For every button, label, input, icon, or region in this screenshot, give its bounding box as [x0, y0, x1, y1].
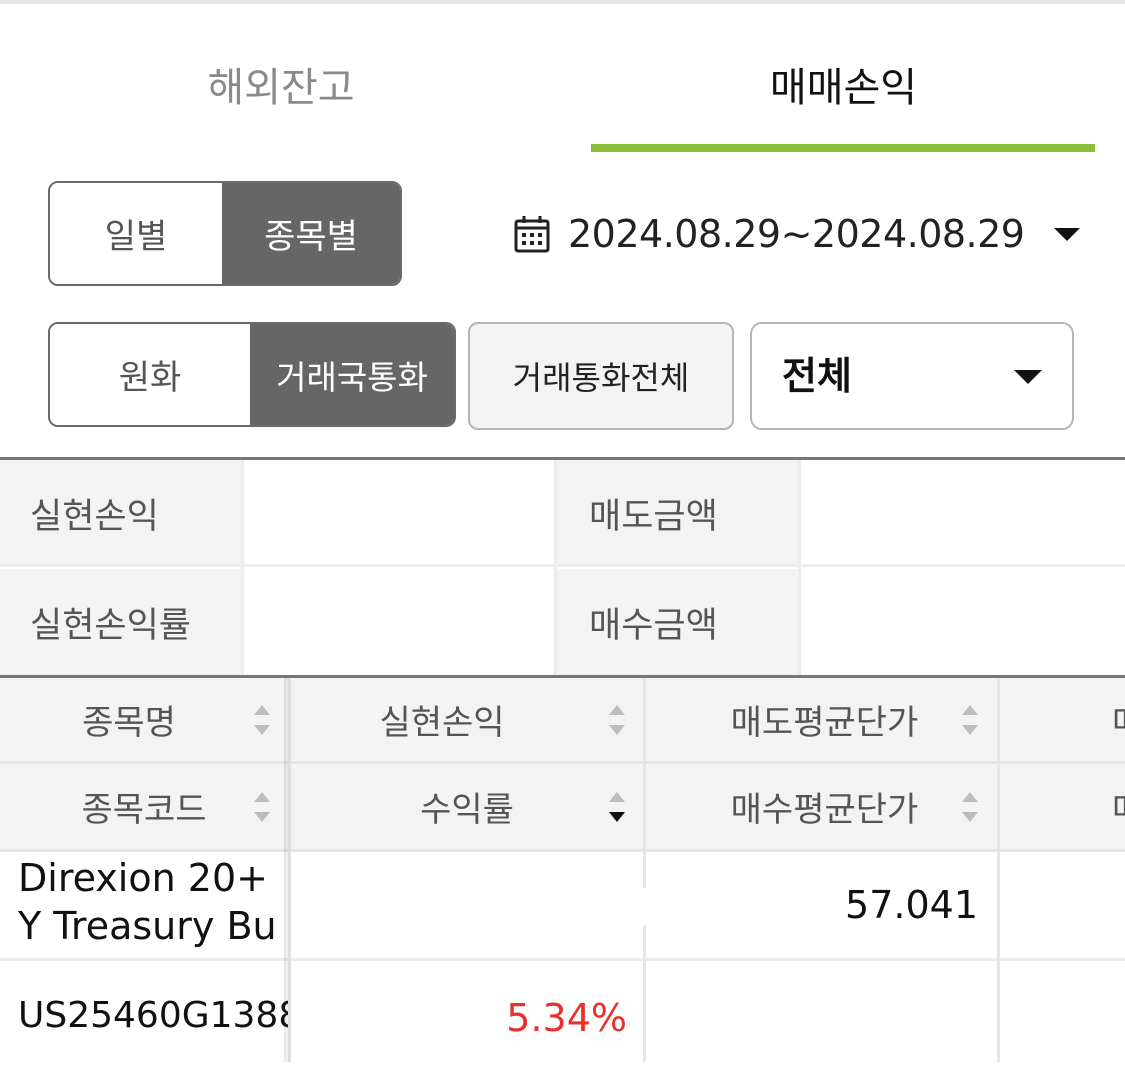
calendar-icon [514, 216, 550, 253]
realized-pl-cell [291, 852, 627, 956]
stock-name-cell: Direxion 20+ Y Treasury Bu [18, 854, 286, 950]
col-header-label: 매도평균단가 [730, 703, 919, 743]
chevron-down-icon [1014, 370, 1042, 384]
sell-amount-label: 매도금액 [557, 460, 798, 566]
realized-pl-label: 실현손익 [0, 460, 241, 566]
sort-desc-icon[interactable] [609, 792, 625, 822]
summary-divider [798, 460, 801, 675]
col-header-return-rate[interactable]: 수익률 [291, 764, 643, 849]
summary-divider [241, 460, 244, 675]
sort-icon[interactable] [609, 705, 625, 735]
col-header-label: 실현손익 [379, 703, 505, 743]
view-mode-toggle: 일별 종목별 [48, 181, 402, 286]
daily-option[interactable]: 일별 [50, 183, 222, 284]
table-divider [997, 678, 1000, 1062]
summary-divider [0, 564, 1125, 567]
table-divider [0, 675, 1125, 678]
summary-divider [554, 460, 557, 675]
tab-trading-pl[interactable]: 매매손익 [562, 58, 1125, 118]
col-header-label: 매 [1112, 695, 1125, 744]
table-divider [0, 761, 1125, 764]
buy-amount-value [801, 569, 1125, 675]
top-divider [0, 0, 1125, 4]
trade-currency-option[interactable]: 거래국통화 [250, 324, 454, 425]
realized-rate-value [244, 569, 554, 675]
col-header-partial[interactable]: 매 [1000, 764, 1125, 849]
sort-icon[interactable] [962, 705, 978, 735]
col-header-stock-name[interactable]: 종목명 [0, 678, 288, 761]
by-stock-option[interactable]: 종목별 [222, 183, 400, 284]
col-header-partial[interactable]: 매 [1000, 678, 1125, 761]
all-currency-button[interactable]: 거래통화전체 [468, 322, 734, 430]
col-header-realized-pl[interactable]: 실현손익 [291, 678, 643, 761]
currency-toggle: 원화 거래국통화 [48, 322, 456, 427]
col-header-stock-code[interactable]: 종목코드 [0, 764, 288, 849]
tab-overseas-balance[interactable]: 해외잔고 [0, 58, 562, 118]
buy-avg-price-cell [646, 961, 978, 1062]
filter-dropdown[interactable]: 전체 [750, 322, 1074, 430]
col-header-label: 종목명 [82, 703, 176, 743]
stock-name-line: Y Treasury Bu [18, 904, 277, 948]
date-range-text: 2024.08.29~2024.08.29 [568, 212, 1025, 256]
date-range-selector[interactable]: 2024.08.29~2024.08.29 [514, 204, 1081, 264]
buy-amount-label: 매수금액 [557, 569, 798, 675]
sell-avg-price-cell: 57.041 [845, 883, 978, 927]
col-header-label: 종목코드 [81, 790, 207, 830]
col-header-label: 매수평균단가 [730, 790, 919, 830]
sell-amount-value [801, 460, 1125, 566]
col-header-label: 수익률 [420, 790, 514, 830]
filter-dropdown-value: 전체 [782, 354, 852, 398]
chevron-down-icon [1054, 227, 1081, 241]
realized-pl-value [244, 460, 554, 566]
krw-option[interactable]: 원화 [50, 324, 250, 425]
col-header-buy-avg-price[interactable]: 매수평균단가 [646, 764, 997, 849]
col-header-label: 매 [1112, 782, 1125, 831]
col-header-sell-avg-price[interactable]: 매도평균단가 [646, 678, 997, 761]
stock-name-line: Direxion 20+ [18, 856, 268, 900]
sort-icon[interactable] [962, 792, 978, 822]
summary-panel: 실현손익 매도금액 실현손익률 매수금액 [0, 457, 1125, 675]
sort-icon[interactable] [254, 705, 270, 735]
active-tab-indicator [591, 144, 1095, 152]
sort-icon[interactable] [254, 792, 270, 822]
realized-rate-label: 실현손익률 [0, 569, 241, 675]
stock-code-cell: US25460G1388 [18, 995, 288, 1036]
return-rate-cell: 5.34% [506, 996, 627, 1040]
